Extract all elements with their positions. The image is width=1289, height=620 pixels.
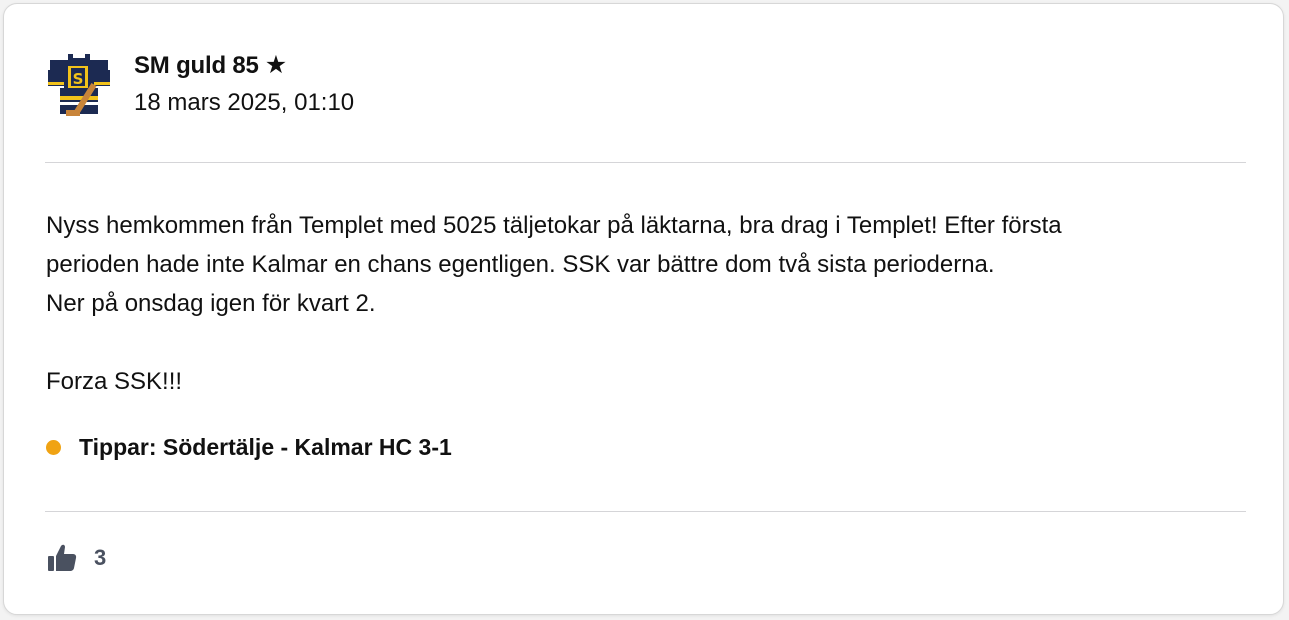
prediction-text: Tippar: Södertälje - Kalmar HC 3-1	[79, 434, 452, 460]
post-footer: 3	[46, 542, 106, 574]
author-name[interactable]: SM guld 85 ★	[134, 50, 287, 80]
header-divider	[45, 162, 1246, 163]
post-card: S SM guld 85 ★ 18 mars 2025, 01:10 Nyss h…	[3, 3, 1284, 615]
avatar[interactable]: S	[46, 52, 112, 118]
post-body-line: Nyss hemkommen från Templet med 5025 täl…	[46, 212, 1062, 239]
prediction-status-dot	[46, 440, 61, 455]
like-count: 3	[94, 545, 107, 570]
post-date: 18 mars 2025, 01:10	[134, 89, 355, 116]
post-body-line: Forza SSK!!!	[46, 368, 183, 395]
footer-divider	[45, 511, 1246, 512]
star-icon: ★	[264, 51, 287, 79]
post-body: Nyss hemkommen från Templet med 5025 täl…	[46, 206, 1256, 401]
post-body-line: Ner på onsdag igen för kvart 2.	[46, 290, 376, 317]
prediction: Tippar: Södertälje - Kalmar HC 3-1	[46, 434, 452, 461]
post-body-line: perioden hade inte Kalmar en chans egent…	[46, 251, 995, 278]
hockey-jersey-icon: S	[48, 54, 110, 116]
author-name-text: SM guld 85	[134, 52, 259, 79]
thumbs-up-icon	[48, 544, 77, 571]
svg-text:S: S	[73, 70, 84, 88]
like-button[interactable]: 3	[46, 542, 106, 574]
